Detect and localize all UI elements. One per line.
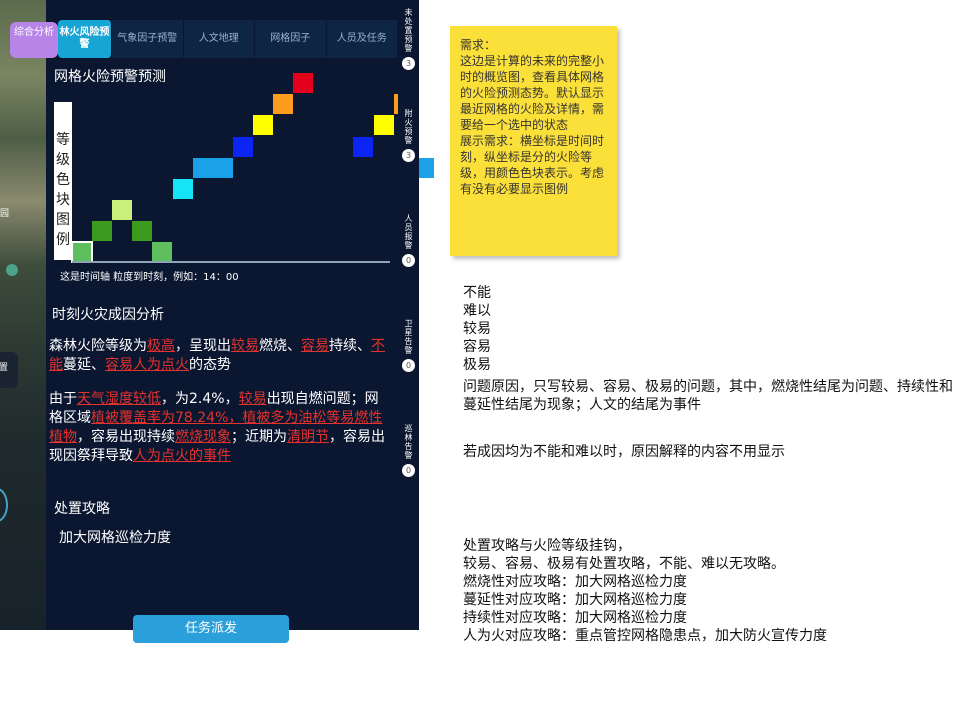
cause-summary-text: 燃烧、 <box>259 338 301 354</box>
cause-title: 时刻火灾成因分析 <box>52 307 164 323</box>
level-item: 较易 <box>463 321 491 337</box>
side-tab-satellite[interactable]: 卫星告警 0 <box>398 313 419 411</box>
cause-detail-text: ；近期为 <box>231 429 287 445</box>
strategy-line: 燃烧性对应攻略：加大网格巡检力度 <box>463 574 687 590</box>
overview-badge[interactable]: 综合分析 <box>10 22 58 58</box>
cause-detail-highlight: 燃烧现象 <box>175 429 231 445</box>
map-chip[interactable]: 置 <box>0 352 18 388</box>
side-tab-patrol[interactable]: 巡林告警 0 <box>398 418 419 516</box>
cause-detail-text: ，容易出现持续 <box>77 429 175 445</box>
cause-summary-text: ，呈现出 <box>175 338 231 354</box>
cause-summary-text: 的态势 <box>189 357 231 373</box>
requirement-sticky-note: 需求： 这边是计算的未来的完整小时的概览图，查看具体网格的火险预测态势。默认显示最… <box>450 26 617 256</box>
screen: 园 置 综合分析 林火风险预警 气象因子预警 人文地理 网格因子 人员及任务 网… <box>0 0 961 702</box>
strategy-line: 处置攻略与火险等级挂钩， <box>463 538 631 554</box>
tab-grid-factor[interactable]: 网格因子 <box>255 20 327 58</box>
cause-detail-text: 由于 <box>49 391 77 407</box>
time-axis <box>72 261 390 263</box>
level-item: 难以 <box>463 303 491 319</box>
map-marker-icon[interactable] <box>6 264 18 276</box>
sticky-note-line: 需求： <box>460 38 497 52</box>
tab-human-geography[interactable]: 人文地理 <box>183 20 255 58</box>
strategy-line: 蔓延性对应攻略：加大网格巡检力度 <box>463 592 687 608</box>
cause-summary-highlight: 极高 <box>147 338 175 354</box>
cause-detail: 由于天气湿度较低，为2.4%，较易出现自燃问题；网格区域植被覆盖率为78.24%… <box>49 390 385 466</box>
level-item: 不能 <box>463 285 491 301</box>
level-item: 容易 <box>463 339 491 355</box>
strategy-line: 持续性对应攻略：加大网格巡检力度 <box>463 610 687 626</box>
heatmap-cell[interactable] <box>71 241 93 263</box>
map-label: 园 <box>0 209 10 219</box>
level-list-note: 不能难以较易容易极易 <box>463 284 491 374</box>
heatmap-cell[interactable] <box>172 178 193 199</box>
side-tab-count: 0 <box>402 359 415 372</box>
cause-detail-highlight: 天气湿度较低 <box>77 391 161 407</box>
side-tab-count: 0 <box>402 464 415 477</box>
heatmap-cell[interactable] <box>132 220 153 241</box>
no-reason-note: 若成因均为不能和难以时，原因解释的内容不用显示 <box>463 444 785 460</box>
heatmap-cell[interactable] <box>92 220 113 241</box>
side-tab-label: 巡林告警 <box>404 424 413 460</box>
reason-note: 问题原因，只写较易、容易、极易的问题，其中，燃烧性结尾为问题、持续性和蔓延性结尾… <box>463 379 953 413</box>
tab-staff-tasks[interactable]: 人员及任务 <box>326 20 398 58</box>
dispatch-task-button[interactable]: 任务派发 <box>133 615 289 643</box>
cause-detail-highlight: 清明节 <box>287 429 329 445</box>
tab-weather-factor[interactable]: 气象因子预警 <box>112 20 184 58</box>
map-ring-control[interactable] <box>0 488 8 522</box>
cause-summary: 森林火险等级为极高，呈现出较易燃烧、容易持续、不能蔓延、容易人为点火的态势 <box>49 337 385 375</box>
heatmap-cell[interactable] <box>212 157 233 178</box>
heatmap-cell[interactable] <box>273 94 293 115</box>
heatmap-cell[interactable] <box>112 199 133 220</box>
strategy-note: 处置攻略与火险等级挂钩， 较易、容易、极易有处置攻略，不能、难以无攻略。 燃烧性对应… <box>463 537 953 645</box>
cause-detail-highlight: 人为点火的事件 <box>133 448 231 464</box>
side-tab-nearby-fire[interactable]: 附火预警 3 <box>398 103 419 201</box>
heatmap-cell[interactable] <box>252 115 273 136</box>
heatmap-cell[interactable] <box>373 115 394 136</box>
heatmap-cell[interactable] <box>192 157 213 178</box>
side-tab-staff-alarm[interactable]: 人员报警 0 <box>398 208 419 306</box>
side-tab-label: 卫星告警 <box>404 319 413 355</box>
cause-detail-text: ，为2.4%， <box>161 391 239 407</box>
tab-fire-risk[interactable]: 林火风险预警 <box>58 20 112 58</box>
strategy-line: 较易、容易、极易有处置攻略，不能、难以无攻略。 <box>463 556 785 572</box>
strategy-title: 处置攻略 <box>54 501 110 517</box>
cause-summary-text: 森林火险等级为 <box>49 338 147 354</box>
heatmap-cell[interactable] <box>293 73 314 94</box>
side-tab-label: 附火预警 <box>404 109 413 145</box>
side-tab-label: 人员报警 <box>404 214 413 250</box>
strategy-line: 人为火对应攻略：重点管控网格隐患点，加大防火宣传力度 <box>463 628 827 644</box>
panel-tabs: 林火风险预警 气象因子预警 人文地理 网格因子 人员及任务 <box>58 20 398 58</box>
sticky-note-line: 展示需求：横坐标是时间时刻，纵坐标是分的火险等级，用颜色色块表示。考虑有没有必要… <box>460 134 605 196</box>
side-tab-count: 3 <box>402 57 415 70</box>
cause-detail-highlight: 较易 <box>238 391 267 407</box>
time-axis-caption: 这是时间轴 粒度到时刻，例如：14：00 <box>60 272 239 283</box>
map-chip-label: 置 <box>0 363 9 373</box>
level-item: 极易 <box>463 357 491 373</box>
cause-summary-highlight: 容易人为点火 <box>105 357 189 373</box>
cause-summary-highlight: 容易 <box>301 338 329 354</box>
strategy-text: 加大网格巡检力度 <box>59 530 171 546</box>
cause-summary-text: 蔓延、 <box>63 357 105 373</box>
level-legend-label: 等级色块图例 <box>54 102 72 260</box>
side-tab-count: 3 <box>402 149 415 162</box>
map-background[interactable]: 园 置 <box>0 0 48 630</box>
sticky-note-line: 这边是计算的未来的完整小时的概览图，查看具体网格的火险预测态势。默认显示最近网格… <box>460 54 605 132</box>
cause-summary-highlight: 较易 <box>231 338 259 354</box>
forecast-title: 网格火险预警预测 <box>54 69 166 85</box>
side-tab-unhandled[interactable]: 未处置预警 3 <box>398 2 419 92</box>
heatmap-cell[interactable] <box>232 136 253 157</box>
heatmap-cell[interactable] <box>152 242 173 262</box>
cause-summary-text: 持续、 <box>329 338 371 354</box>
side-tab-label: 未处置预警 <box>404 8 413 53</box>
heatmap-cell[interactable] <box>353 136 374 157</box>
side-tab-count: 0 <box>402 254 415 267</box>
